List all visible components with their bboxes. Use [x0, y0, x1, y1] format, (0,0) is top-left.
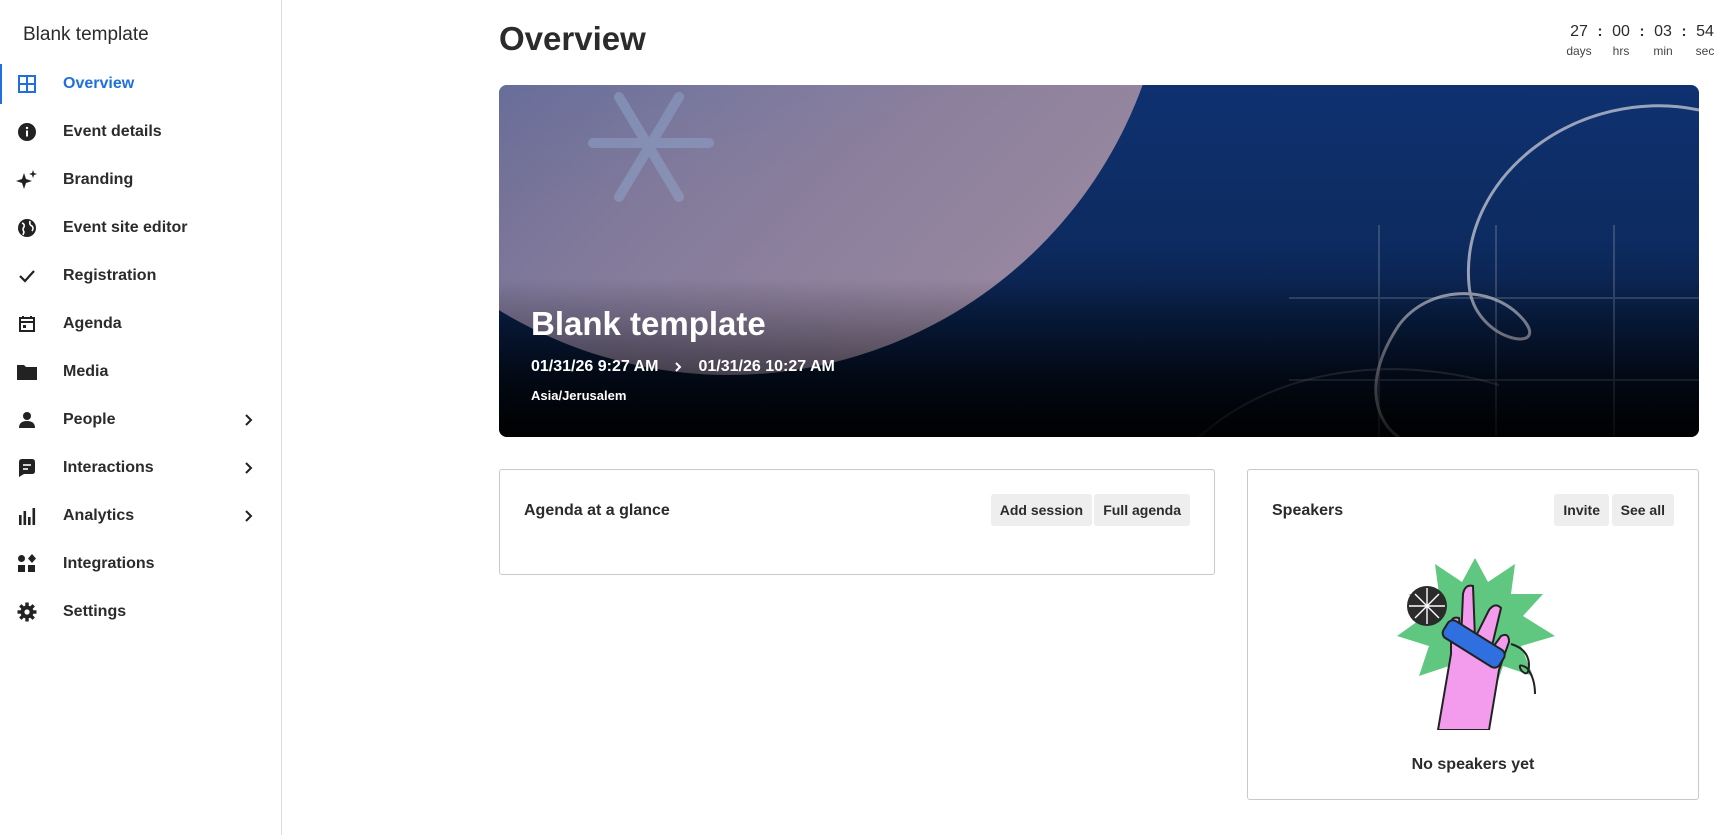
person-icon — [16, 409, 38, 431]
chevron-right-icon — [240, 460, 256, 476]
countdown-seconds-value: 54 — [1696, 23, 1714, 40]
info-icon — [16, 121, 38, 143]
hero-event-title: Blank template — [531, 305, 766, 342]
hero-background-art — [499, 85, 1699, 437]
sparkles-icon — [16, 169, 38, 191]
add-session-button[interactable]: Add session — [990, 494, 1092, 526]
sidebar-item-label: Overview — [63, 75, 135, 92]
countdown-minutes: 03 min — [1648, 22, 1678, 59]
sidebar-item-media[interactable]: Media — [0, 348, 281, 396]
sidebar-item-label: Event details — [63, 123, 162, 140]
globe-icon — [16, 217, 38, 239]
chevron-right-icon — [658, 361, 698, 373]
speakers-card-title: Speakers — [1272, 502, 1344, 519]
sidebar-item-event-site-editor[interactable]: Event site editor — [0, 204, 281, 252]
chat-icon — [16, 457, 38, 479]
countdown-seconds: 54 sec — [1690, 22, 1720, 59]
sidebar-item-overview[interactable]: Overview — [0, 60, 281, 108]
sidebar-item-label: Event site editor — [63, 219, 188, 236]
integrations-icon — [16, 553, 38, 575]
event-timezone: Asia/Jerusalem — [531, 388, 627, 403]
sidebar-item-label: Settings — [63, 603, 127, 620]
event-start-datetime: 01/31/26 9:27 AM — [531, 358, 659, 375]
event-end-datetime: 01/31/26 10:27 AM — [698, 358, 835, 375]
see-all-speakers-button[interactable]: See all — [1611, 494, 1674, 526]
sidebar-item-branding[interactable]: Branding — [0, 156, 281, 204]
sidebar: Blank template Overview Event details Br… — [0, 0, 282, 835]
speakers-card: Speakers Invite See all No speakers yet — [1247, 469, 1699, 800]
sidebar-item-label: Branding — [63, 171, 134, 188]
gear-icon — [16, 601, 38, 623]
sidebar-item-label: Media — [63, 363, 109, 380]
speaker-microphone-illustration — [1397, 558, 1555, 730]
grid-icon — [16, 73, 38, 95]
chevron-right-icon — [240, 508, 256, 524]
invite-speaker-button[interactable]: Invite — [1554, 494, 1609, 526]
folder-icon — [16, 361, 38, 383]
sidebar-item-registration[interactable]: Registration — [0, 252, 281, 300]
countdown-days-value: 27 — [1570, 23, 1588, 40]
sidebar-item-agenda[interactable]: Agenda — [0, 300, 281, 348]
sidebar-item-analytics[interactable]: Analytics — [0, 492, 281, 540]
sidebar-item-label: People — [63, 411, 116, 428]
countdown-hours-label: hrs — [1612, 44, 1630, 58]
no-speakers-message: No speakers yet — [1411, 756, 1535, 773]
countdown-days-label: days — [1566, 44, 1592, 58]
sidebar-item-settings[interactable]: Settings — [0, 588, 281, 636]
countdown-seconds-label: sec — [1695, 44, 1715, 58]
sidebar-item-label: Agenda — [63, 315, 122, 332]
check-icon — [16, 265, 38, 287]
agenda-at-a-glance-card: Agenda at a glance Add session Full agen… — [499, 469, 1215, 575]
sidebar-nav: Overview Event details Branding Event si… — [0, 60, 281, 636]
countdown-separator: : — [1681, 23, 1687, 40]
calendar-icon — [16, 313, 38, 335]
countdown-minutes-label: min — [1653, 44, 1673, 58]
sidebar-item-integrations[interactable]: Integrations — [0, 540, 281, 588]
sidebar-item-label: Integrations — [63, 555, 155, 572]
chevron-right-icon — [240, 412, 256, 428]
hero-event-dates: 01/31/26 9:27 AM 01/31/26 10:27 AM — [531, 358, 835, 376]
event-name: Blank template — [23, 24, 149, 45]
countdown-days: 27 days — [1564, 22, 1594, 59]
page-title: Overview — [499, 20, 646, 57]
countdown-minutes-value: 03 — [1654, 23, 1672, 40]
sidebar-item-label: Interactions — [63, 459, 154, 476]
event-hero-banner: Blank template 01/31/26 9:27 AM 01/31/26… — [499, 85, 1699, 437]
countdown-separator: : — [1639, 23, 1645, 40]
sidebar-item-interactions[interactable]: Interactions — [0, 444, 281, 492]
countdown-separator: : — [1597, 23, 1603, 40]
sidebar-item-event-details[interactable]: Event details — [0, 108, 281, 156]
bar-chart-icon — [16, 505, 38, 527]
full-agenda-button[interactable]: Full agenda — [1094, 494, 1190, 526]
sidebar-item-people[interactable]: People — [0, 396, 281, 444]
agenda-card-title: Agenda at a glance — [524, 502, 670, 519]
sidebar-item-label: Registration — [63, 267, 157, 284]
sidebar-item-label: Analytics — [63, 507, 135, 524]
countdown-hours-value: 00 — [1612, 23, 1630, 40]
countdown-hours: 00 hrs — [1606, 22, 1636, 59]
event-countdown: 27 days : 00 hrs : 03 min : 54 sec — [1564, 22, 1720, 59]
